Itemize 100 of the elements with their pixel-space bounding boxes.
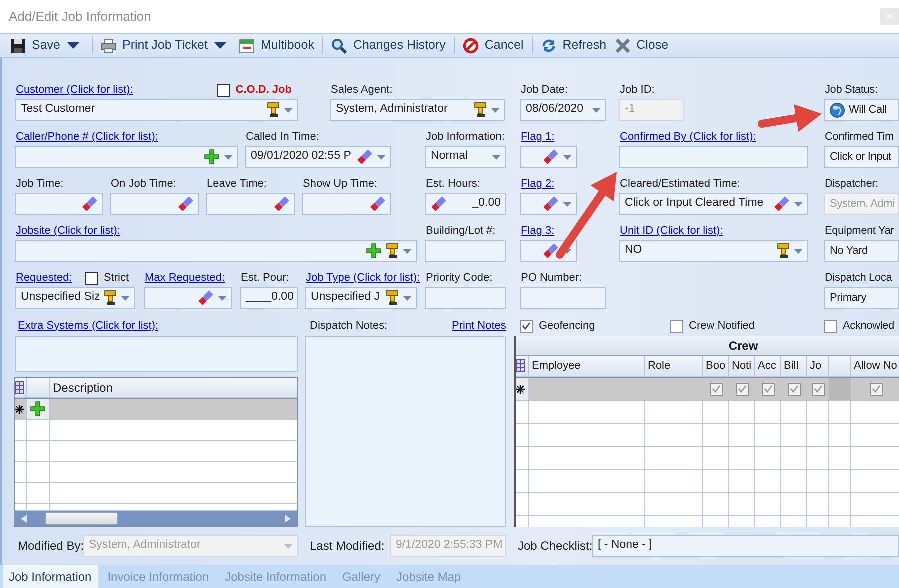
combo-box[interactable]: System, Administrator: [330, 99, 505, 121]
dropdown-arrow-icon[interactable]: [224, 154, 233, 160]
text-field[interactable]: Click or Input: [824, 146, 899, 168]
text-field[interactable]: _0.00: [425, 193, 506, 215]
add-row-button[interactable]: [27, 399, 50, 420]
scroll-thumb[interactable]: [45, 512, 118, 525]
text-field[interactable]: ____0.00: [240, 287, 298, 309]
link[interactable]: Max Requested:: [144, 270, 226, 287]
column-header[interactable]: Acc: [755, 356, 781, 377]
drill-icon[interactable]: [386, 243, 399, 259]
link[interactable]: Jobsite (Click for list):: [15, 223, 121, 240]
column-chooser-icon[interactable]: [516, 359, 526, 373]
link[interactable]: Flag 1:: [520, 129, 555, 146]
table-row[interactable]: [15, 420, 297, 441]
table-row[interactable]: [516, 447, 899, 470]
checkbox[interactable]: [788, 382, 800, 396]
combo-box[interactable]: [15, 146, 238, 168]
tab[interactable]: Job Information: [3, 565, 98, 588]
checkbox[interactable]: [520, 320, 533, 332]
text-field[interactable]: [520, 146, 577, 168]
eraser-icon[interactable]: [543, 243, 559, 259]
column-header[interactable]: Jo: [807, 356, 829, 377]
table-row[interactable]: [516, 470, 899, 493]
table-row[interactable]: [516, 493, 899, 516]
text-field[interactable]: Click or Input Cleared Time: [619, 193, 808, 215]
dropdown-arrow-icon[interactable]: [284, 108, 293, 112]
combo-box[interactable]: Unspecified J: [305, 287, 417, 309]
drill-icon[interactable]: [386, 290, 399, 306]
scroll-right-icon[interactable]: [285, 514, 291, 522]
drill-icon[interactable]: [104, 290, 118, 306]
toolbar-button[interactable]: Refresh: [536, 34, 611, 57]
text-field[interactable]: [425, 287, 506, 309]
table-row[interactable]: [15, 462, 297, 483]
link[interactable]: Caller/Phone # (Click for list):: [15, 129, 158, 146]
column-header[interactable]: Allow No: [851, 356, 899, 377]
column-header[interactable]: Bill: [781, 356, 807, 377]
eraser-icon[interactable]: [774, 196, 790, 212]
text-field[interactable]: [15, 193, 103, 215]
column-header[interactable]: Role: [645, 356, 703, 377]
checkbox[interactable]: [824, 320, 837, 332]
link[interactable]: Requested:: [15, 270, 72, 287]
toolbar-button[interactable]: Changes History: [327, 34, 450, 57]
plus-icon[interactable]: [30, 401, 46, 417]
combo-box[interactable]: Unspecified Siz: [15, 287, 135, 309]
column-header[interactable]: Employee: [529, 356, 645, 377]
drill-icon[interactable]: [267, 102, 280, 118]
text-field[interactable]: [520, 193, 577, 215]
dropdown-arrow-icon[interactable]: [121, 296, 130, 300]
table-row[interactable]: [516, 401, 899, 424]
scroll-left-icon[interactable]: [21, 514, 27, 522]
toolbar-button[interactable]: Cancel: [458, 34, 528, 57]
status-field[interactable]: Will Call: [824, 99, 899, 121]
dropdown-arrow-icon[interactable]: [491, 108, 500, 112]
column-header[interactable]: Description: [50, 378, 297, 398]
horizontal-scrollbar[interactable]: [15, 511, 297, 526]
drill-icon[interactable]: [474, 102, 487, 118]
combo-box[interactable]: Normal: [425, 146, 506, 168]
toolbar-button[interactable]: Multibook: [234, 34, 318, 57]
dropdown-arrow-icon[interactable]: [794, 202, 803, 206]
checkbox[interactable]: [736, 382, 748, 396]
checkbox[interactable]: [670, 320, 683, 332]
dropdown-arrow-icon[interactable]: [403, 296, 412, 300]
toolbar-button[interactable]: Close: [610, 34, 673, 57]
drill-icon[interactable]: [777, 243, 790, 259]
link[interactable]: Unit ID (Click for list):: [619, 223, 724, 240]
link[interactable]: Confirmed By (Click for list):: [619, 129, 756, 146]
table-row[interactable]: [15, 441, 297, 462]
toolbar-button[interactable]: Save: [6, 34, 88, 57]
table-row[interactable]: [516, 424, 899, 447]
text-field[interactable]: Primary: [824, 287, 899, 309]
link[interactable]: Flag 2:: [520, 176, 555, 193]
eraser-icon[interactable]: [357, 149, 373, 165]
dropdown-arrow-icon[interactable]: [492, 154, 501, 160]
eraser-icon[interactable]: [370, 196, 386, 212]
text-field[interactable]: [144, 287, 232, 309]
link[interactable]: Print Notes: [451, 318, 506, 334]
combo-box[interactable]: 08/06/2020: [520, 99, 606, 121]
column-header[interactable]: Noti: [729, 356, 755, 377]
table-row[interactable]: [15, 483, 297, 504]
checkbox[interactable]: [870, 382, 882, 396]
link[interactable]: Job Type (Click for list):: [305, 270, 420, 287]
text-field[interactable]: [206, 193, 295, 215]
link[interactable]: Extra Systems (Click for list):: [17, 318, 159, 334]
dropdown-arrow-icon[interactable]: [563, 202, 572, 206]
checkbox[interactable]: [84, 272, 98, 285]
link[interactable]: Customer (Click for list):: [15, 82, 134, 99]
dropdown-arrow-icon[interactable]: [403, 248, 412, 254]
checkbox[interactable]: [710, 382, 722, 396]
dropdown-arrow-icon[interactable]: [218, 296, 227, 300]
text-field[interactable]: [ - None - ]: [592, 535, 899, 557]
eraser-icon[interactable]: [543, 149, 559, 165]
link[interactable]: Flag 3:: [520, 223, 555, 240]
eraser-icon[interactable]: [178, 196, 194, 212]
text-field[interactable]: [110, 193, 199, 215]
combo-box[interactable]: Test Customer: [15, 99, 298, 121]
plus-icon[interactable]: [204, 149, 220, 165]
eraser-icon[interactable]: [82, 196, 98, 212]
text-field[interactable]: No Yard: [824, 240, 899, 262]
new-row[interactable]: [15, 399, 297, 420]
dropdown-arrow-icon[interactable]: [592, 108, 601, 112]
